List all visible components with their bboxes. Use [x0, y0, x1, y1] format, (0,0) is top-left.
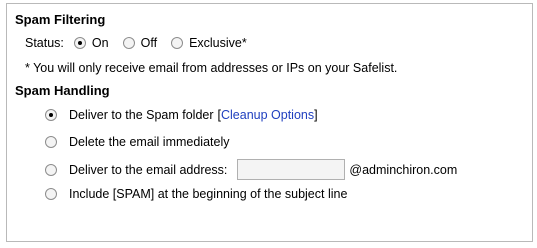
status-exclusive-radio[interactable] — [171, 37, 184, 49]
deliver-spam-folder-radio[interactable] — [45, 109, 57, 121]
tag-subject-label[interactable]: Include [SPAM] at the beginning of the s… — [69, 187, 347, 201]
deliver-email-address-label[interactable]: Deliver to the email address: — [69, 163, 227, 177]
safelist-note: * You will only receive email from addre… — [25, 61, 398, 75]
spam-filtering-title: Spam Filtering — [15, 12, 106, 27]
delete-immediately-row: Delete the email immediately — [45, 135, 230, 149]
spam-filtering-status-row: Status: On Off Exclusive* — [25, 36, 247, 50]
email-domain-label: @adminchiron.com — [349, 162, 458, 177]
status-label: Status: — [25, 36, 64, 50]
status-off-label[interactable]: Off — [141, 36, 157, 50]
email-address-input[interactable] — [237, 159, 346, 180]
status-on-radio[interactable] — [73, 37, 86, 49]
deliver-spam-folder-label[interactable]: Deliver to the Spam folder — [69, 108, 214, 122]
status-exclusive-label[interactable]: Exclusive* — [189, 36, 247, 50]
delete-immediately-radio[interactable] — [45, 136, 57, 148]
deliver-spam-folder-row: Deliver to the Spam folder [Cleanup Opti… — [45, 108, 318, 122]
spam-settings-panel: Spam Filtering Status: On Off Exclusive*… — [6, 3, 533, 242]
tag-subject-radio[interactable] — [45, 188, 57, 200]
tag-subject-row: Include [SPAM] at the beginning of the s… — [45, 187, 347, 201]
spam-handling-title: Spam Handling — [15, 83, 110, 98]
status-on-label[interactable]: On — [92, 36, 109, 50]
delete-immediately-label[interactable]: Delete the email immediately — [69, 135, 230, 149]
deliver-email-address-row: Deliver to the email address: @adminchir… — [45, 159, 457, 180]
link-close-bracket: ] — [314, 108, 318, 122]
deliver-email-address-radio[interactable] — [45, 163, 57, 176]
cleanup-options-link[interactable]: Cleanup Options — [221, 108, 314, 122]
status-off-radio[interactable] — [122, 37, 135, 49]
